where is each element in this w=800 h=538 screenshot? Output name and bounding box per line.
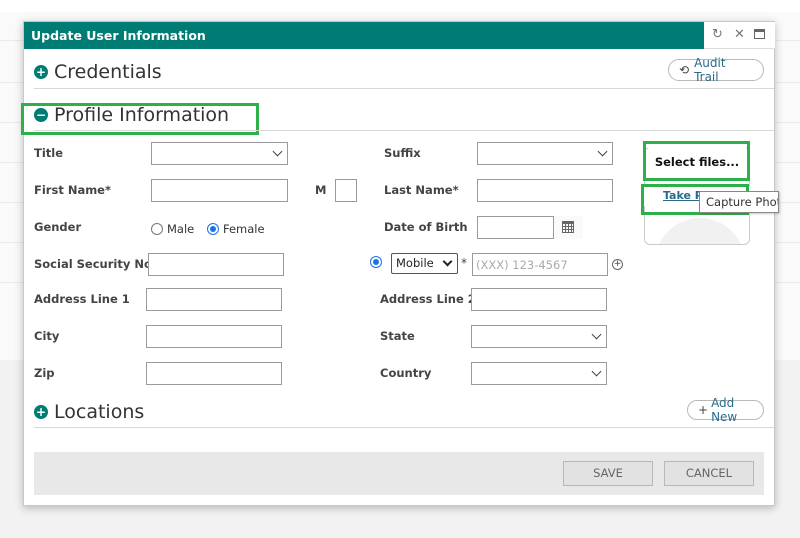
date-of-birth-label: Date of Birth <box>384 220 468 234</box>
middle-initial-label: M <box>315 183 327 197</box>
section-divider <box>34 88 774 89</box>
address2-label: Address Line 2 <box>380 292 476 306</box>
add-new-label: Add New <box>711 396 738 424</box>
phone-required-mark: * <box>461 256 467 270</box>
chevron-down-icon <box>272 146 283 157</box>
highlight-select-files <box>643 141 750 181</box>
address2-input[interactable] <box>471 288 607 311</box>
state-label: State <box>380 329 415 343</box>
chevron-down-icon <box>591 366 602 377</box>
audit-trail-label: Audit Trail <box>694 56 726 84</box>
photo-placeholder <box>655 218 745 244</box>
save-button[interactable]: SAVE <box>563 461 653 486</box>
address1-label: Address Line 1 <box>34 292 130 306</box>
ssn-label: Social Security No. <box>34 257 157 271</box>
close-icon[interactable]: ✕ <box>734 26 745 44</box>
address1-input[interactable] <box>146 288 282 311</box>
gender-male-label[interactable]: Male <box>167 222 194 236</box>
cancel-button[interactable]: CANCEL <box>664 461 754 486</box>
chevron-down-icon <box>442 256 453 267</box>
country-label: Country <box>380 366 432 380</box>
modal-window-controls: ↻ ✕ <box>704 22 775 49</box>
section-locations-header[interactable]: + Locations <box>34 399 144 425</box>
expand-icon[interactable]: + <box>34 65 48 79</box>
plus-icon: + <box>698 403 709 417</box>
first-name-label: First Name* <box>34 183 111 197</box>
expand-icon[interactable]: + <box>34 405 48 419</box>
last-name-label: Last Name* <box>384 183 459 197</box>
last-name-input[interactable] <box>477 179 613 202</box>
capture-photo-tooltip: Capture Photo <box>699 191 779 213</box>
zip-label: Zip <box>34 366 55 380</box>
section-credentials-header[interactable]: + Credentials <box>34 59 162 85</box>
gender-male-radio[interactable] <box>151 223 163 235</box>
middle-initial-input[interactable] <box>335 179 357 202</box>
zip-input[interactable] <box>146 362 282 385</box>
background-top-bar <box>0 0 800 12</box>
suffix-select[interactable] <box>477 142 613 165</box>
history-icon: ⟲ <box>679 63 690 77</box>
phone-type-select[interactable]: Mobile <box>391 253 458 274</box>
primary-phone-radio[interactable] <box>370 256 382 268</box>
section-title-credentials: Credentials <box>54 61 162 83</box>
audit-trail-button[interactable]: ⟲ Audit Trail <box>668 56 764 84</box>
refresh-icon[interactable]: ↻ <box>712 26 723 44</box>
add-new-location-button[interactable]: + Add New <box>687 396 764 424</box>
city-label: City <box>34 329 60 343</box>
chevron-down-icon <box>597 146 608 157</box>
calendar-icon[interactable] <box>553 216 583 239</box>
title-label: Title <box>34 146 64 160</box>
maximize-icon[interactable] <box>754 29 765 39</box>
state-select[interactable] <box>471 325 607 348</box>
section-title-locations: Locations <box>54 401 145 423</box>
phone-input[interactable]: (XXX) 123-4567 <box>472 253 608 276</box>
modal-header: Update User Information <box>24 22 704 49</box>
section-divider <box>34 427 774 428</box>
chevron-down-icon <box>591 329 602 340</box>
title-select[interactable] <box>151 142 288 165</box>
suffix-label: Suffix <box>384 146 421 160</box>
gender-label: Gender <box>34 220 82 234</box>
ssn-input[interactable] <box>148 253 284 276</box>
gender-female-label[interactable]: Female <box>223 222 265 236</box>
update-user-modal: Update User Information ↻ ✕ + Credential… <box>21 21 775 506</box>
city-input[interactable] <box>146 325 282 348</box>
modal-footer: SAVE CANCEL <box>34 452 764 495</box>
gender-female-radio[interactable] <box>207 223 219 235</box>
first-name-input[interactable] <box>151 179 288 202</box>
section-divider <box>34 130 774 131</box>
add-phone-icon[interactable]: + <box>612 259 623 270</box>
phone-type-value: Mobile <box>396 256 434 270</box>
date-of-birth-input[interactable] <box>477 216 583 239</box>
modal-title: Update User Information <box>31 28 206 43</box>
country-select[interactable] <box>471 362 607 385</box>
